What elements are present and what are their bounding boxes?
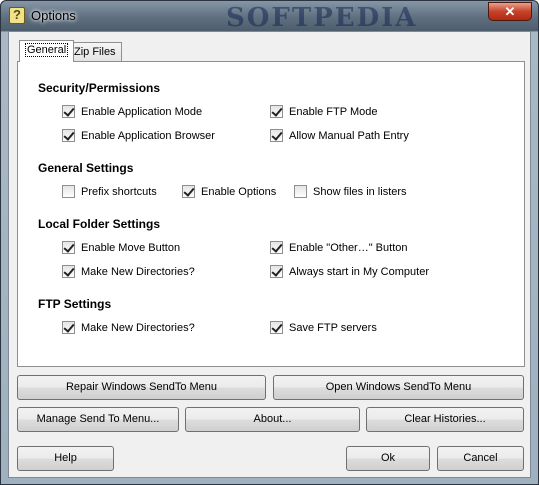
section-divider xyxy=(170,224,492,225)
checkbox-box[interactable] xyxy=(62,105,75,118)
enable-other-button-checkbox[interactable]: Enable "Other…" Button xyxy=(270,241,408,254)
softpedia-watermark: SOFTPEDIA xyxy=(226,3,418,33)
about-button[interactable]: About... xyxy=(185,407,360,432)
enable-options-checkbox[interactable]: Enable Options xyxy=(182,185,276,198)
checkbox-box[interactable] xyxy=(270,105,283,118)
checkbox-label: Enable "Other…" Button xyxy=(289,241,408,254)
checkbox-label: Enable Options xyxy=(201,185,277,198)
checkbox-label: Prefix shortcuts xyxy=(81,185,157,198)
checkbox-box[interactable] xyxy=(62,265,75,278)
close-button[interactable]: ✕ xyxy=(488,2,532,21)
checkbox-label: Always start in My Computer xyxy=(289,265,429,278)
checkbox-box[interactable] xyxy=(62,241,75,254)
general-section-title: General Settings xyxy=(38,161,134,175)
section-divider xyxy=(170,88,492,89)
section-divider xyxy=(148,168,492,169)
checkbox-box[interactable] xyxy=(62,129,75,142)
options-window: Options SOFTPEDIA ✕ General Zip Files Se… xyxy=(0,0,539,485)
window-title: Options xyxy=(31,8,76,23)
ftp-section-title: FTP Settings xyxy=(38,297,112,311)
cancel-button[interactable]: Cancel xyxy=(437,446,524,471)
checkbox-label: Save FTP servers xyxy=(289,321,377,334)
general-tab-panel: Security/Permissions Enable Application … xyxy=(17,61,525,367)
ftp-make-new-directories-checkbox[interactable]: Make New Directories? xyxy=(62,321,195,334)
allow-manual-path-entry-checkbox[interactable]: Allow Manual Path Entry xyxy=(270,129,409,142)
checkbox-box[interactable] xyxy=(270,265,283,278)
prefix-shortcuts-checkbox[interactable]: Prefix shortcuts xyxy=(62,185,157,198)
checkbox-box[interactable] xyxy=(62,321,75,334)
app-icon xyxy=(9,7,25,24)
section-divider xyxy=(38,297,484,298)
checkbox-box[interactable] xyxy=(270,129,283,142)
checkbox-label: Enable Move Button xyxy=(81,241,181,254)
checkbox-label: Enable Application Browser xyxy=(81,129,215,142)
checkbox-label: Allow Manual Path Entry xyxy=(289,129,409,142)
dialog-client-area: General Zip Files Security/Permissions E… xyxy=(8,31,531,478)
manage-send-to-menu-button[interactable]: Manage Send To Menu... xyxy=(17,407,179,432)
enable-application-browser-checkbox[interactable]: Enable Application Browser xyxy=(62,129,215,142)
checkbox-label: Make New Directories? xyxy=(81,321,195,334)
tab-zip-files-label: Zip Files xyxy=(74,46,116,58)
ok-button[interactable]: Ok xyxy=(346,446,430,471)
open-sendto-menu-button[interactable]: Open Windows SendTo Menu xyxy=(273,375,524,400)
checkbox-box[interactable] xyxy=(62,185,75,198)
security-section-title: Security/Permissions xyxy=(38,81,161,95)
checkbox-box[interactable] xyxy=(182,185,195,198)
enable-ftp-mode-checkbox[interactable]: Enable FTP Mode xyxy=(270,105,377,118)
checkbox-label: Enable Application Mode xyxy=(81,105,203,118)
always-start-in-my-computer-checkbox[interactable]: Always start in My Computer xyxy=(270,265,429,278)
save-ftp-servers-checkbox[interactable]: Save FTP servers xyxy=(270,321,377,334)
checkbox-label: Make New Directories? xyxy=(81,265,195,278)
checkbox-box[interactable] xyxy=(270,321,283,334)
local-folder-section-title: Local Folder Settings xyxy=(38,217,161,231)
checkbox-label: Show files in listers xyxy=(313,185,407,198)
enable-move-button-checkbox[interactable]: Enable Move Button xyxy=(62,241,180,254)
checkbox-label: Enable FTP Mode xyxy=(289,105,378,118)
tab-general[interactable]: General xyxy=(19,40,75,62)
close-icon: ✕ xyxy=(504,4,516,19)
help-button[interactable]: Help xyxy=(17,446,114,471)
tab-zip-files[interactable]: Zip Files xyxy=(68,42,122,62)
tab-general-label: General xyxy=(25,43,69,57)
repair-sendto-menu-button[interactable]: Repair Windows SendTo Menu xyxy=(17,375,266,400)
local-make-new-directories-checkbox[interactable]: Make New Directories? xyxy=(62,265,195,278)
enable-application-mode-checkbox[interactable]: Enable Application Mode xyxy=(62,105,202,118)
clear-histories-button[interactable]: Clear Histories... xyxy=(366,407,524,432)
title-bar[interactable]: Options SOFTPEDIA ✕ xyxy=(1,1,538,33)
show-files-in-listers-checkbox[interactable]: Show files in listers xyxy=(294,185,407,198)
checkbox-box[interactable] xyxy=(270,241,283,254)
checkbox-box[interactable] xyxy=(294,185,307,198)
